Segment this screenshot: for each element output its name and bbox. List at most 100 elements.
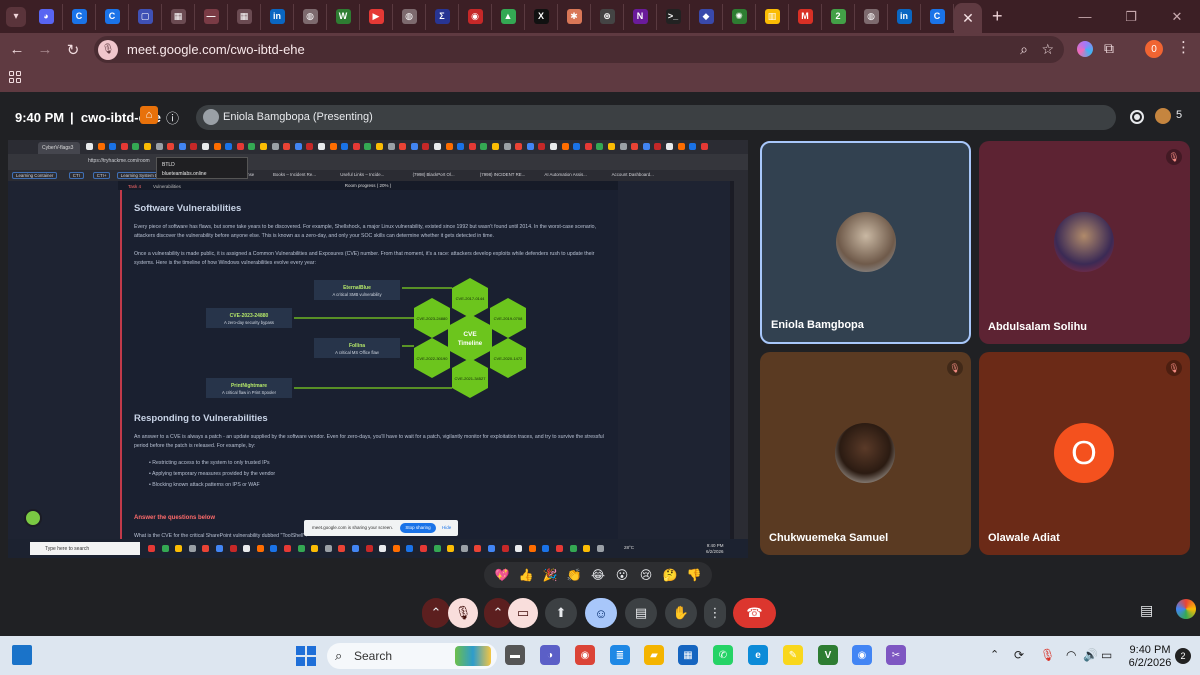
extension-icon[interactable]: [1077, 41, 1093, 57]
emoji-button[interactable]: ☺: [585, 598, 617, 628]
browser-tab[interactable]: ◉: [459, 3, 492, 30]
participant-tile[interactable]: 🎙 Chukwuemeka Samuel: [760, 352, 971, 555]
reaction-thinking-button[interactable]: 🤔: [661, 566, 679, 584]
browser-tab[interactable]: ◕: [30, 3, 63, 30]
captions-button[interactable]: ▤: [625, 598, 657, 628]
audio-settings-button[interactable]: ⌃: [422, 598, 450, 628]
reaction-party-button[interactable]: 🎉: [541, 566, 559, 584]
browser-menu-icon[interactable]: ⋮: [1176, 38, 1191, 56]
chat-icon[interactable]: ▤: [1140, 602, 1153, 619]
reaction-laugh-button[interactable]: 😂: [589, 566, 607, 584]
vscode-like-icon[interactable]: V: [818, 645, 838, 665]
reaction-sad-button[interactable]: 😢: [637, 566, 655, 584]
notification-badge[interactable]: 2: [1175, 648, 1191, 664]
mic-toggle-button[interactable]: 🎙: [448, 598, 478, 628]
browser-tab[interactable]: in: [888, 3, 921, 30]
browser-tab[interactable]: ▥: [756, 3, 789, 30]
present-button[interactable]: ⬆: [545, 598, 577, 628]
tab-search-button[interactable]: ▾: [6, 6, 26, 27]
info-icon[interactable]: ⓘ: [166, 108, 179, 127]
reaction-thumbs-down-button[interactable]: 👎: [685, 566, 703, 584]
browser-tab[interactable]: Σ: [426, 3, 459, 30]
chat-app-icon[interactable]: ◑: [540, 645, 560, 665]
browser-tab[interactable]: ◆: [690, 3, 723, 30]
browser-tab[interactable]: ▦: [228, 3, 261, 30]
browser-tab[interactable]: ▲: [492, 3, 525, 30]
back-button[interactable]: ←: [6, 39, 28, 61]
file-explorer-icon[interactable]: ▬: [505, 645, 525, 665]
restore-button[interactable]: ❐: [1108, 0, 1154, 33]
camera-toggle-button[interactable]: ▭: [508, 598, 538, 628]
chrome-icon[interactable]: ◉: [852, 645, 872, 665]
taskbar-search[interactable]: ⌕ Search: [327, 643, 497, 669]
sync-icon[interactable]: ⟳: [1014, 648, 1024, 662]
omnibox[interactable]: 🎙 meet.google.com/cwo-ibtd-ehe ⌕ ☆: [94, 36, 1064, 63]
browser-tab[interactable]: W: [327, 3, 360, 30]
whatsapp-icon[interactable]: ✆: [713, 645, 733, 665]
browser-tab[interactable]: ◍: [393, 3, 426, 30]
widgets-icon[interactable]: [12, 645, 32, 665]
end-call-button[interactable]: ☎: [733, 598, 776, 628]
taskbar-time[interactable]: 9:40 PM: [1128, 644, 1172, 656]
browser-tab[interactable]: ▢: [129, 3, 162, 30]
reaction-clap-button[interactable]: 👏: [565, 566, 583, 584]
mic-in-use-icon[interactable]: 🎙: [1040, 648, 1055, 662]
browser-tab[interactable]: ▦: [162, 3, 195, 30]
browser-tab[interactable]: >_: [657, 3, 690, 30]
new-tab-button[interactable]: +: [992, 6, 1003, 27]
more-options-button[interactable]: ⋮: [704, 598, 726, 628]
participant-tile[interactable]: Eniola Bamgbopa: [760, 141, 971, 344]
site-info-icon[interactable]: 🎙: [98, 39, 118, 60]
bookmark-star-icon[interactable]: ☆: [1041, 41, 1054, 58]
taskbar-date[interactable]: 6/2/2026: [1123, 657, 1177, 669]
minimize-button[interactable]: —: [1062, 0, 1108, 33]
volume-icon[interactable]: 🔊: [1083, 648, 1098, 662]
profile-avatar[interactable]: 0: [1145, 40, 1163, 58]
chrome-icon[interactable]: ◉: [575, 645, 595, 665]
browser-tab[interactable]: 2: [822, 3, 855, 30]
notepad-icon[interactable]: ≣: [610, 645, 630, 665]
browser-tab[interactable]: ✱: [558, 3, 591, 30]
reaction-heart-button[interactable]: 💖: [493, 566, 511, 584]
browser-tab[interactable]: ⊛: [591, 3, 624, 30]
browser-tab[interactable]: ◍: [855, 3, 888, 30]
browser-tab[interactable]: —: [195, 3, 228, 30]
reaction-thumbs-up-button[interactable]: 👍: [517, 566, 535, 584]
forward-button[interactable]: →: [34, 39, 56, 61]
folder-icon[interactable]: ▰: [644, 645, 664, 665]
participant-tile[interactable]: 🎙 Abdulsalam Solihu: [979, 141, 1190, 344]
tray-chevron-icon[interactable]: ⌃: [990, 648, 999, 661]
browser-tab[interactable]: C: [921, 3, 954, 30]
people-icon[interactable]: [1155, 108, 1171, 124]
browser-tab[interactable]: C: [63, 3, 96, 30]
browser-tab[interactable]: ◍: [294, 3, 327, 30]
zoom-icon[interactable]: ⌕: [1020, 41, 1028, 58]
active-tab-close-button[interactable]: ✕: [954, 3, 982, 33]
battery-icon[interactable]: ▭: [1101, 648, 1112, 662]
browser-tab[interactable]: in: [261, 3, 294, 30]
url-text[interactable]: meet.google.com/cwo-ibtd-ehe: [127, 42, 305, 57]
store-icon[interactable]: ▦: [678, 645, 698, 665]
browser-tab[interactable]: N: [624, 3, 657, 30]
extensions-puzzle-icon[interactable]: ⧉: [1104, 40, 1114, 57]
sticky-notes-icon[interactable]: ✎: [783, 645, 803, 665]
apps-grid-icon[interactable]: [9, 71, 21, 83]
recording-icon[interactable]: [1130, 110, 1144, 124]
browser-tab[interactable]: C: [96, 3, 129, 30]
snip-icon[interactable]: ✂: [886, 645, 906, 665]
reaction-surprised-button[interactable]: 😮: [613, 566, 631, 584]
browser-tab[interactable]: X: [525, 3, 558, 30]
start-icon[interactable]: [296, 646, 316, 666]
browser-tab[interactable]: ✺: [723, 3, 756, 30]
wifi-icon[interactable]: ◠: [1066, 648, 1076, 662]
edge-icon[interactable]: e: [748, 645, 768, 665]
browser-tab[interactable]: ▶: [360, 3, 393, 30]
presenter-banner[interactable]: Eniola Bamgbopa (Presenting): [196, 105, 1116, 130]
host-controls-icon[interactable]: ⌂: [140, 106, 158, 124]
raise-hand-button[interactable]: ✋: [665, 598, 697, 628]
reload-button[interactable]: ↻: [62, 39, 84, 61]
browser-tab[interactable]: M: [789, 3, 822, 30]
activities-icon[interactable]: [1176, 599, 1196, 619]
close-window-button[interactable]: ✕: [1154, 0, 1200, 33]
participant-tile[interactable]: 🎙 O Olawale Adiat: [979, 352, 1190, 555]
